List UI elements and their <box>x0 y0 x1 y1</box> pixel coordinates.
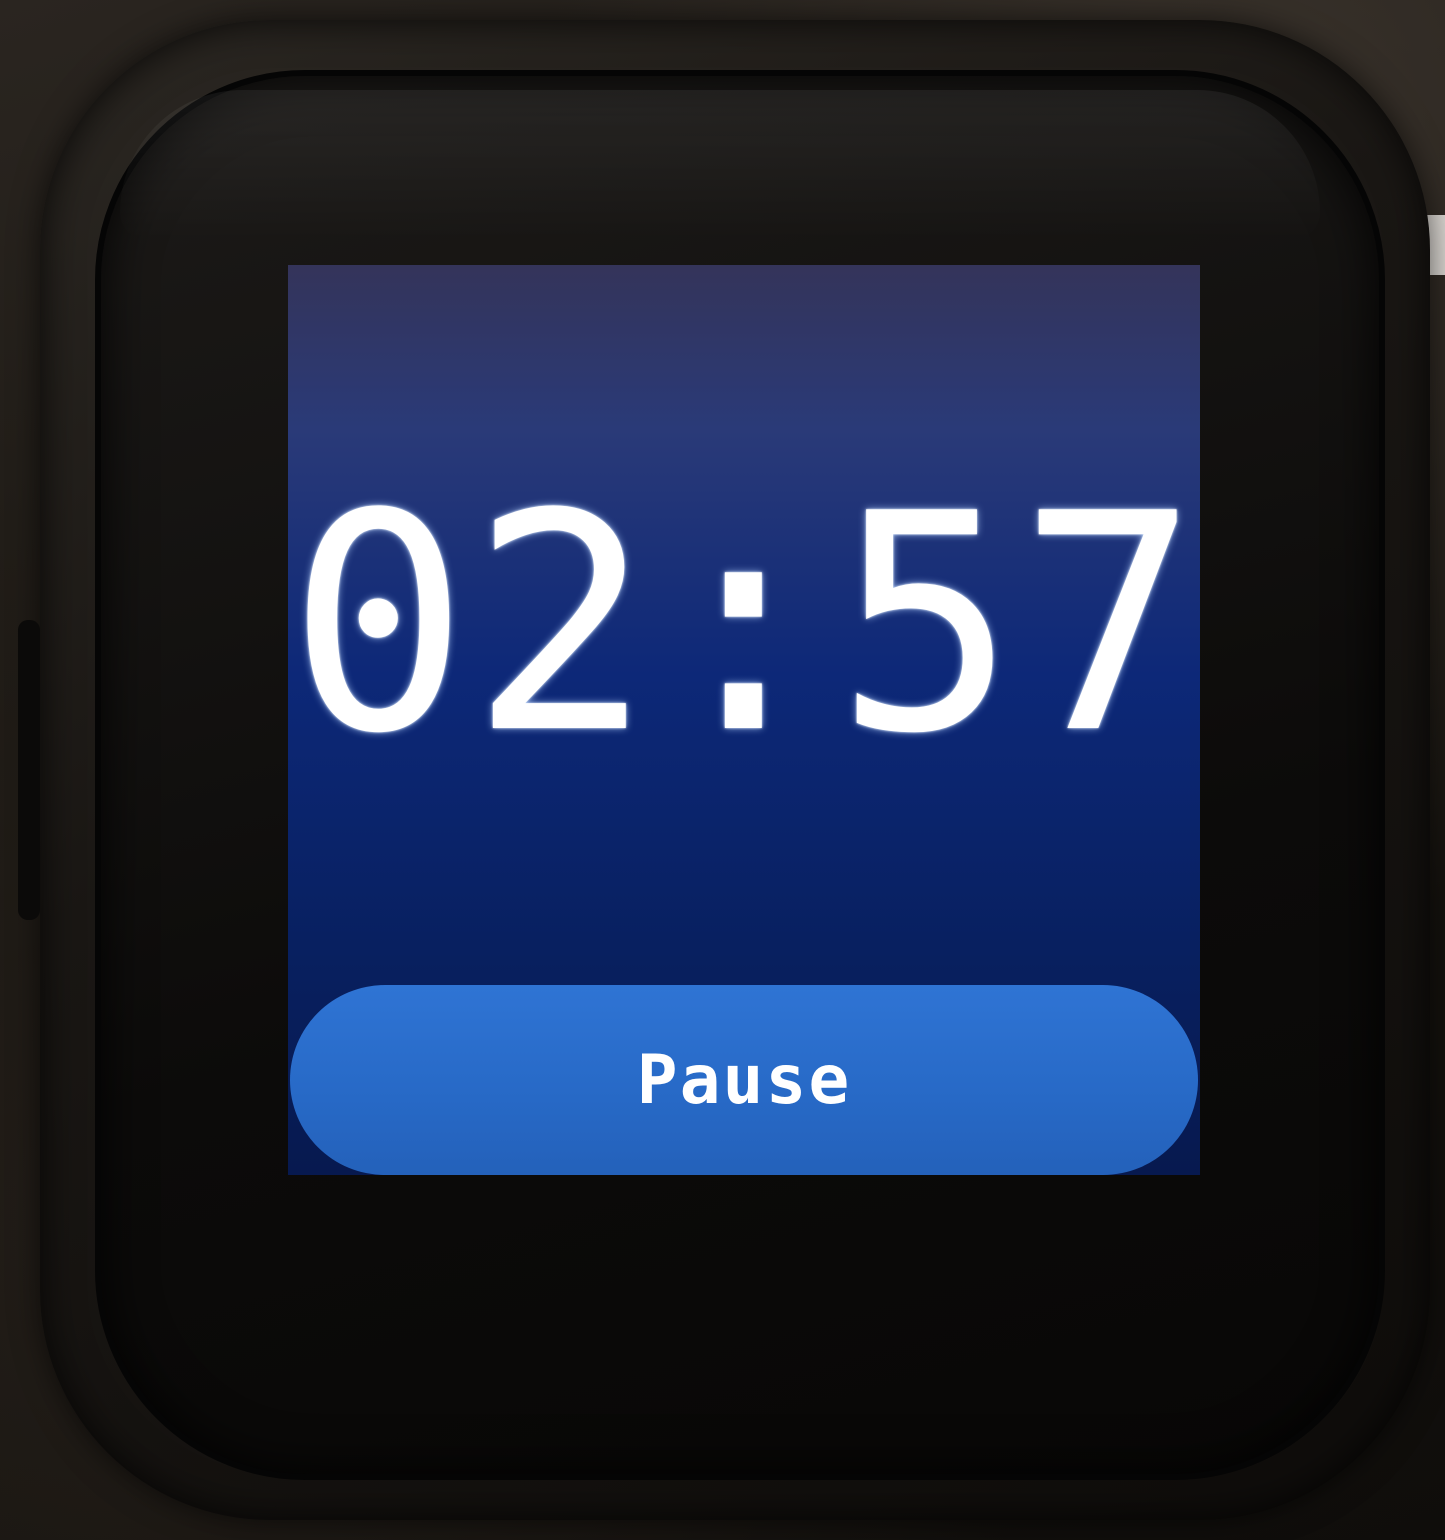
pause-button-label: Pause <box>636 1040 852 1120</box>
watch-screen: 02:57 Pause <box>288 265 1200 1175</box>
watch-side-button[interactable] <box>18 620 40 920</box>
glass-reflection <box>120 90 1320 240</box>
pause-button[interactable]: Pause <box>290 985 1198 1175</box>
timer-display: 02:57 <box>288 450 1200 799</box>
